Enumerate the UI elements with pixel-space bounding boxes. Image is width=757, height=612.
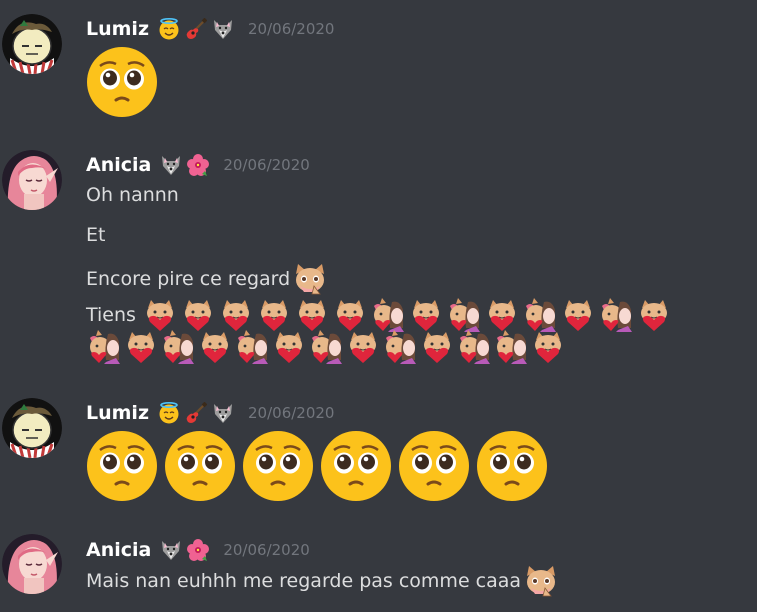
cat-girl-heart-icon [370,298,406,332]
message-header: Lumiz 20/06/2020 [86,16,334,42]
cat-heart-icon [294,298,330,332]
username[interactable]: Lumiz [86,402,149,424]
cat-heart-icon [142,298,178,332]
cat-heart-icon [123,330,159,364]
message-header: Lumiz 20/06/2020 [86,400,334,426]
username[interactable]: Anicia [86,154,151,176]
cat-heart-icon [484,298,520,332]
cat-girl-heart-icon [308,330,344,364]
emote-row [86,330,567,364]
cat-girl-heart-icon [493,330,529,364]
smiling-face-with-halo-icon [158,18,180,40]
wolf-face-icon [212,402,234,424]
cat-girl-heart-icon [234,330,270,364]
pleading-face-icon [86,46,158,118]
pleading-face-icon [242,430,314,502]
blushing-cat-icon [292,262,328,296]
timestamp: 20/06/2020 [248,404,335,422]
timestamp: 20/06/2020 [223,156,310,174]
cat-girl-heart-icon [598,298,634,332]
cat-heart-icon [180,298,216,332]
cat-girl-heart-icon [382,330,418,364]
cat-heart-icon [345,330,381,364]
cat-heart-icon [271,330,307,364]
message-content [86,430,554,502]
avatar[interactable] [2,150,62,210]
pleading-face-icon [86,430,158,502]
wolf-face-icon [212,18,234,40]
cat-heart-icon [256,298,292,332]
timestamp: 20/06/2020 [248,20,335,38]
message-header: Anicia 20/06/2020 [86,152,310,178]
message-header: Anicia 20/06/2020 [86,537,310,563]
message-line: Tiens [86,298,672,332]
username[interactable]: Anicia [86,539,151,561]
cat-girl-heart-icon [86,330,122,364]
guitar-icon [185,18,207,40]
wolf-face-icon [160,154,182,176]
message-line: Mais nan euhhh me regarde pas comme caaa [86,564,559,598]
avatar[interactable] [2,398,62,458]
cat-heart-icon [218,298,254,332]
cat-girl-heart-icon [446,298,482,332]
message-text: Mais nan euhhh me regarde pas comme caaa [86,570,522,592]
cat-girl-heart-icon [522,298,558,332]
timestamp: 20/06/2020 [223,541,310,559]
avatar[interactable] [2,534,62,594]
pleading-face-icon [398,430,470,502]
message-text: Oh nannn [86,184,179,206]
guitar-icon [185,402,207,424]
avatar[interactable] [2,14,62,74]
message-line: Oh nannn [86,184,179,206]
hibiscus-icon [187,539,209,561]
hibiscus-icon [187,154,209,176]
smiling-face-with-halo-icon [158,402,180,424]
cat-heart-icon [332,298,368,332]
message-text: Encore pire ce regard [86,268,291,290]
message-text: Et [86,224,106,246]
message-line: Et [86,224,105,246]
cat-heart-icon [636,298,672,332]
wolf-face-icon [160,539,182,561]
cat-heart-icon [560,298,596,332]
cat-heart-icon [197,330,233,364]
username[interactable]: Lumiz [86,18,149,40]
message-text: Tiens [86,304,136,326]
message-line: Encore pire ce regard [86,262,328,296]
cat-heart-icon [530,330,566,364]
cat-girl-heart-icon [456,330,492,364]
cat-heart-icon [408,298,444,332]
pleading-face-icon [164,430,236,502]
blushing-cat-icon [523,564,559,598]
cat-heart-icon [419,330,455,364]
pleading-face-icon [320,430,392,502]
pleading-face-icon [476,430,548,502]
cat-girl-heart-icon [160,330,196,364]
message-content [86,46,164,118]
